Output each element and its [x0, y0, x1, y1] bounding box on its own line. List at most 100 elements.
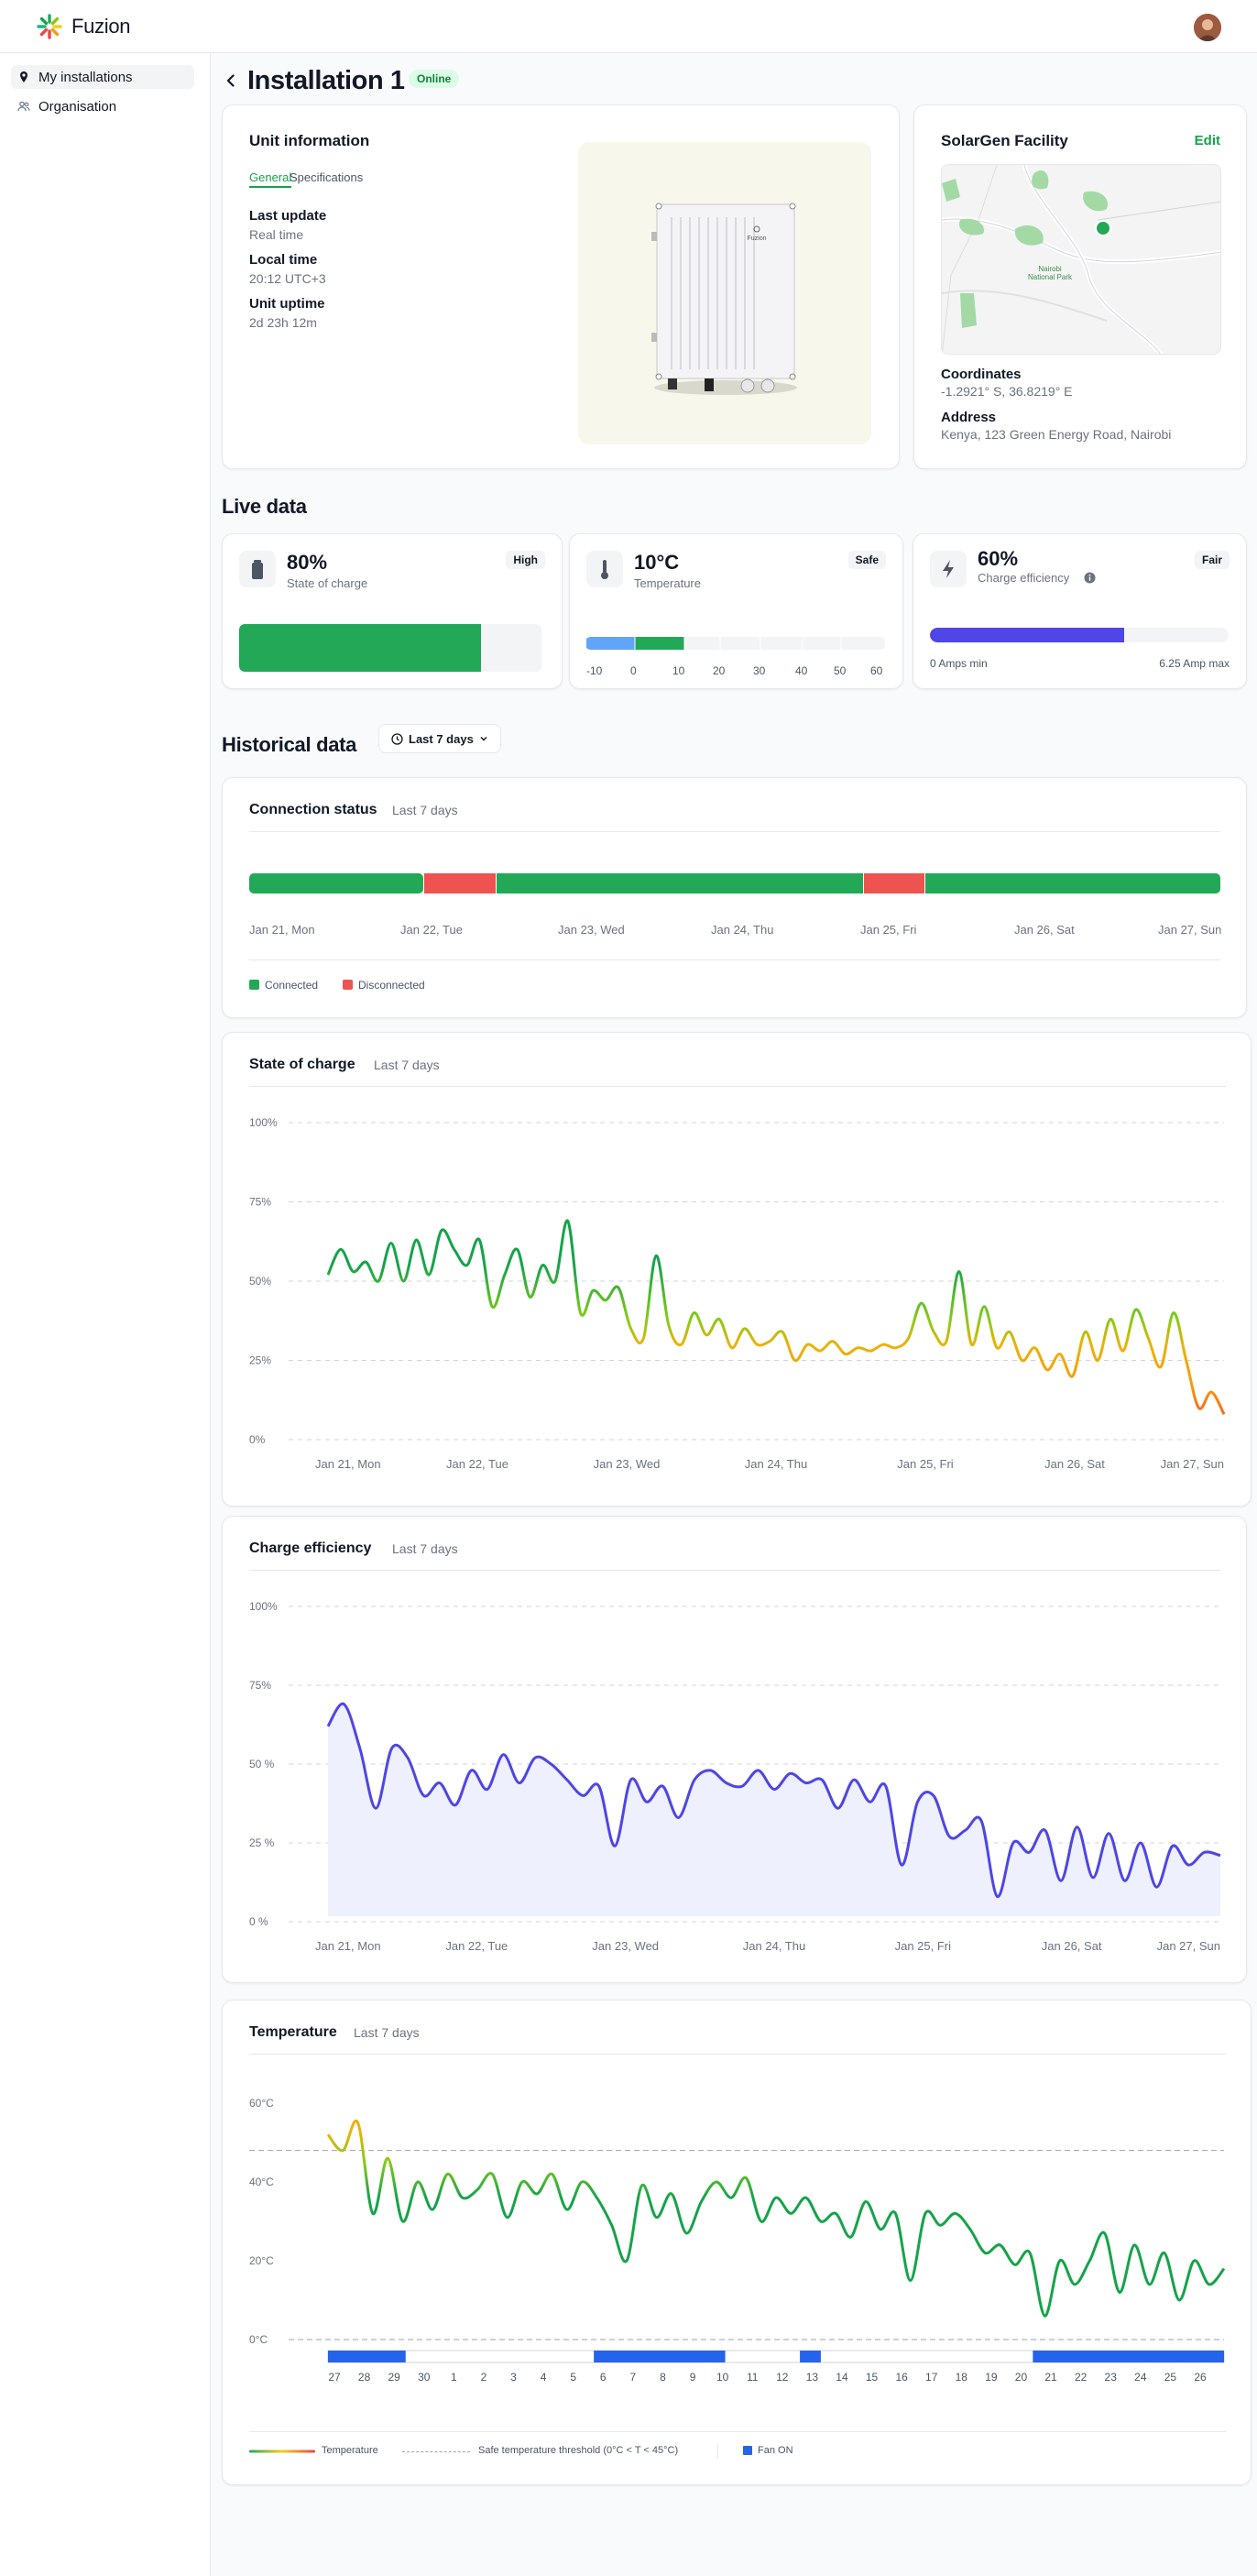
tab-specifications[interactable]: Specifications: [290, 170, 363, 184]
map-location-marker[interactable]: [1095, 220, 1111, 236]
state-of-charge-chart-card: State of charge Last 7 days 100% 75% 50% 25…: [222, 1032, 1252, 1507]
x-tick-label: 12: [776, 2371, 789, 2384]
disconnected-segment: [864, 873, 924, 893]
coordinates-label: Coordinates: [941, 367, 1022, 382]
x-tick-label: 24: [1134, 2371, 1147, 2384]
x-tick-label: 17: [925, 2371, 938, 2384]
temperature-value: 10°C: [634, 551, 680, 574]
y-tick-label: 50 %: [249, 1758, 275, 1770]
x-tick-label: 16: [895, 2371, 908, 2384]
coordinates-value: -1.2921° S, 36.8219° E: [941, 384, 1073, 399]
temp-tick: 60: [870, 664, 883, 677]
x-tick-label: 4: [541, 2371, 547, 2384]
x-tick-label: 3: [510, 2371, 517, 2384]
info-icon[interactable]: [1084, 572, 1096, 584]
page-title: Installation 1: [247, 66, 405, 95]
x-tick-label: 9: [690, 2371, 696, 2384]
field-value-unit-uptime: 2d 23h 12m: [249, 315, 317, 330]
connection-day-label: Jan 26, Sat: [1014, 923, 1075, 937]
x-tick-label: 10: [716, 2371, 729, 2384]
x-tick-label: 6: [600, 2371, 607, 2384]
legend-label-connected: Connected: [265, 979, 319, 992]
user-avatar[interactable]: [1194, 14, 1221, 41]
y-tick-label: 100%: [249, 1600, 278, 1613]
connected-segment: [249, 873, 423, 893]
charge-efficiency-card: 60% Charge efficiency Fair 0 Amps min 6.…: [913, 533, 1247, 689]
connection-timeline: [249, 873, 1220, 893]
x-tick-label: Jan 23, Wed: [592, 1939, 659, 1953]
date-range-dropdown[interactable]: Last 7 days: [378, 724, 501, 753]
field-label-last-update: Last update: [249, 208, 327, 224]
temperature-badge: Safe: [847, 551, 886, 569]
app-logo[interactable]: Fuzion: [37, 14, 131, 39]
tab-general[interactable]: General: [249, 170, 292, 188]
legend-label-disconnected: Disconnected: [358, 979, 425, 992]
legend-swatch-fan: [743, 2446, 752, 2455]
connection-subtitle: Last 7 days: [392, 803, 458, 817]
x-tick-label: 5: [570, 2371, 576, 2384]
disconnected-segment: [424, 873, 496, 893]
battery-icon: [239, 551, 276, 587]
users-icon: [17, 101, 30, 112]
map-park-label-line2: National Park: [1028, 273, 1073, 281]
live-data-heading: Live data: [222, 495, 307, 518]
efficiency-value: 60%: [978, 547, 1019, 570]
x-tick-label: 1: [451, 2371, 457, 2384]
soc-line-chart: 100% 75% 50% 25% 0% Jan 21, Mon Jan 22, Tue Jan…: [249, 1116, 1226, 1471]
y-tick-label: 40°C: [249, 2176, 274, 2188]
y-tick-label: 0%: [249, 1433, 266, 1446]
connected-segment: [925, 873, 1220, 893]
efficiency-bar-fill: [930, 628, 1124, 642]
temperature-chart-card: Temperature Last 7 days 60°C 40°C 20°C 0°C 2…: [222, 2000, 1252, 2485]
fan-on-segment: [594, 2351, 726, 2362]
x-tick-label: Jan 23, Wed: [594, 1457, 661, 1471]
fuzion-logo-icon: [37, 14, 62, 39]
location-map[interactable]: Nairobi National Park: [941, 164, 1221, 355]
map-park-label: Nairobi: [1038, 265, 1062, 273]
x-tick-label: 22: [1075, 2371, 1088, 2384]
top-bar: Fuzion: [0, 0, 1257, 53]
x-tick-label: 25: [1164, 2371, 1177, 2384]
x-tick-label: Jan 25, Fri: [897, 1457, 954, 1471]
x-tick-label: 13: [806, 2371, 819, 2384]
sidebar-item-my-installations[interactable]: My installations: [11, 65, 194, 89]
sidebar-item-label: My installations: [38, 69, 133, 85]
x-tick-label: 23: [1105, 2371, 1118, 2384]
unit-info-title: Unit information: [249, 132, 370, 149]
x-tick-label: 28: [358, 2371, 371, 2384]
x-tick-label: 7: [630, 2371, 637, 2384]
date-range-label: Last 7 days: [409, 731, 474, 746]
chevron-down-icon: [480, 736, 487, 741]
fan-on-segment: [328, 2351, 406, 2362]
y-tick-label: 75%: [249, 1679, 271, 1692]
legend-label-temperature: Temperature: [322, 2445, 378, 2456]
back-chevron-icon[interactable]: [223, 72, 239, 89]
sidebar: My installations Organisation: [0, 53, 211, 2576]
clock-icon: [391, 732, 403, 745]
efficiency-max-label: 6.25 Amp max: [1159, 657, 1230, 670]
x-tick-label: Jan 24, Thu: [745, 1457, 807, 1471]
x-tick-label: Jan 21, Mon: [315, 1939, 381, 1953]
y-tick-label: 25%: [249, 1354, 271, 1367]
x-tick-label: 8: [660, 2371, 666, 2384]
y-tick-label: 0 %: [249, 1915, 268, 1928]
soc-badge: High: [506, 551, 545, 569]
field-value-local-time: 20:12 UTC+3: [249, 271, 326, 286]
address-value: Kenya, 123 Green Energy Road, Nairobi: [941, 427, 1172, 442]
avatar-image: [1194, 14, 1221, 41]
temp-tick: 20: [713, 664, 726, 677]
x-tick-label: Jan 26, Sat: [1044, 1457, 1105, 1471]
sidebar-item-organisation[interactable]: Organisation: [11, 94, 194, 118]
connection-day-label: Jan 24, Thu: [711, 923, 774, 937]
connection-status-card: Connection status Last 7 days Jan 21, Mo…: [222, 777, 1247, 1018]
x-tick-label: 30: [418, 2371, 431, 2384]
thermometer-icon: [586, 551, 623, 587]
field-label-local-time: Local time: [249, 252, 318, 268]
soc-bar-fill: [239, 624, 481, 672]
legend-label-fan: Fan ON: [758, 2445, 793, 2456]
address-label: Address: [941, 410, 997, 425]
edit-link[interactable]: Edit: [1195, 133, 1220, 148]
efficiency-label: Charge efficiency: [978, 571, 1070, 585]
x-tick-label: 15: [866, 2371, 879, 2384]
facility-card: SolarGen Facility Edit Nairobi National …: [913, 104, 1247, 469]
